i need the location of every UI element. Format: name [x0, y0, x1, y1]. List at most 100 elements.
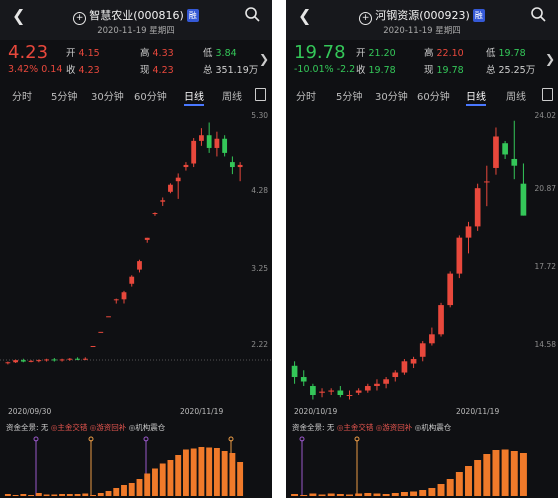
fund-bar — [382, 494, 390, 496]
candle — [13, 359, 19, 363]
funds-bar-chart — [291, 436, 527, 496]
candle-body — [214, 138, 220, 148]
kline-area — [0, 108, 272, 418]
tab-60min[interactable]: 60分钟 — [134, 88, 167, 103]
fund-bar — [159, 463, 166, 496]
funds-title: 资金全景: — [6, 423, 39, 432]
candle-body — [199, 135, 204, 141]
chevron-right-icon[interactable]: ❯ — [259, 52, 269, 66]
candle — [447, 271, 454, 308]
funds-inst: 机构震仓 — [421, 423, 452, 432]
candle — [137, 259, 142, 273]
candle-body — [168, 184, 173, 192]
candle — [401, 359, 408, 375]
quote-block: 4.23 3.42% 0.14 开 4.15 收 4.23 高 4.33 现 4.23 … — [0, 40, 272, 80]
fund-bar — [237, 462, 244, 496]
candle — [465, 221, 472, 254]
fund-bar — [336, 494, 344, 496]
candle — [438, 302, 444, 337]
candle — [474, 183, 481, 231]
candle — [300, 370, 307, 387]
candle — [206, 122, 212, 153]
candle-body — [191, 140, 197, 164]
funds-hot: 游资回补 — [96, 423, 127, 432]
change-amount: 0.14 — [41, 64, 63, 75]
funds-inst: 机构震仓 — [135, 423, 166, 432]
fund-bar — [400, 492, 408, 496]
change-amount: -2.2 — [336, 64, 356, 75]
tab-60min[interactable]: 60分钟 — [417, 88, 450, 103]
fund-bar — [213, 448, 220, 496]
y-label-1: 5.30 — [251, 111, 268, 120]
tab-daily[interactable]: 日线 — [466, 88, 486, 103]
now-stat: 现 19.78 — [424, 62, 464, 76]
candle — [383, 377, 389, 389]
tab-30min[interactable]: 30分钟 — [375, 88, 408, 103]
tab-weekly[interactable]: 周线 — [222, 88, 242, 103]
stock-title: + 河钢资源(000923) 融 — [286, 7, 558, 25]
candle — [44, 358, 49, 362]
total-value: 25.25万 — [498, 65, 536, 76]
landscape-icon[interactable] — [542, 88, 553, 101]
fund-bar — [492, 450, 500, 496]
close-value: 19.78 — [368, 65, 396, 76]
chevron-right-icon[interactable]: ❯ — [545, 52, 555, 66]
fund-bar — [327, 493, 335, 496]
close-label: 收 — [66, 65, 76, 76]
fund-bar — [501, 449, 509, 496]
fund-bar — [97, 493, 104, 496]
fund-bar — [4, 494, 11, 496]
candle-body — [456, 237, 463, 274]
candle-body — [183, 164, 189, 168]
candle-body — [447, 273, 454, 306]
fund-bar — [59, 494, 66, 496]
candle-body — [291, 365, 298, 378]
search-icon[interactable] — [244, 6, 260, 22]
candle-body — [44, 359, 49, 361]
candle — [82, 357, 88, 361]
search-icon[interactable] — [530, 6, 546, 22]
candle — [419, 341, 426, 362]
candle — [90, 346, 96, 347]
fund-bar — [175, 455, 182, 496]
now-value: 4.23 — [152, 65, 174, 76]
candle-body — [511, 158, 518, 166]
tab-30min[interactable]: 30分钟 — [91, 88, 124, 103]
high-value: 22.10 — [436, 48, 464, 59]
fund-bar — [309, 493, 317, 496]
candle-body — [13, 360, 19, 363]
candle — [337, 386, 344, 398]
funds-bars-area — [286, 434, 558, 498]
total-value: 351.19万 — [215, 65, 259, 76]
tab-timeshare[interactable]: 分时 — [12, 88, 32, 103]
landscape-icon[interactable] — [255, 88, 266, 101]
stock-title: + 智慧农业(000816) 融 — [0, 7, 272, 25]
open-value: 21.20 — [368, 48, 396, 59]
close-value: 4.23 — [78, 65, 100, 76]
change-text: -10.01% -2.2 — [294, 64, 355, 75]
fund-bar — [20, 494, 27, 496]
fund-bar — [113, 488, 120, 496]
candle — [346, 390, 353, 400]
candle-body — [300, 377, 307, 382]
fund-bar — [465, 466, 472, 496]
funds-main: 主金交错 — [57, 423, 88, 432]
candle-body — [160, 200, 166, 202]
tab-weekly[interactable]: 周线 — [506, 88, 526, 103]
tab-timeshare[interactable]: 分时 — [296, 88, 316, 103]
candle — [310, 383, 316, 400]
stock-code: (000816) — [133, 9, 184, 22]
candle-body — [346, 395, 353, 397]
candle-body — [483, 181, 490, 183]
total-stat: 总 351.19万 — [203, 62, 258, 76]
total-stat: 总 25.25万 — [486, 62, 535, 76]
fund-bar — [419, 490, 427, 496]
fund-bar — [364, 493, 372, 496]
candle — [364, 383, 371, 393]
candle — [291, 361, 298, 384]
tab-5min[interactable]: 5分钟 — [51, 88, 77, 103]
candle-body — [5, 362, 11, 364]
tab-daily[interactable]: 日线 — [184, 88, 204, 103]
x-label-start: 2020/10/19 — [294, 407, 338, 416]
tab-5min[interactable]: 5分钟 — [336, 88, 362, 103]
